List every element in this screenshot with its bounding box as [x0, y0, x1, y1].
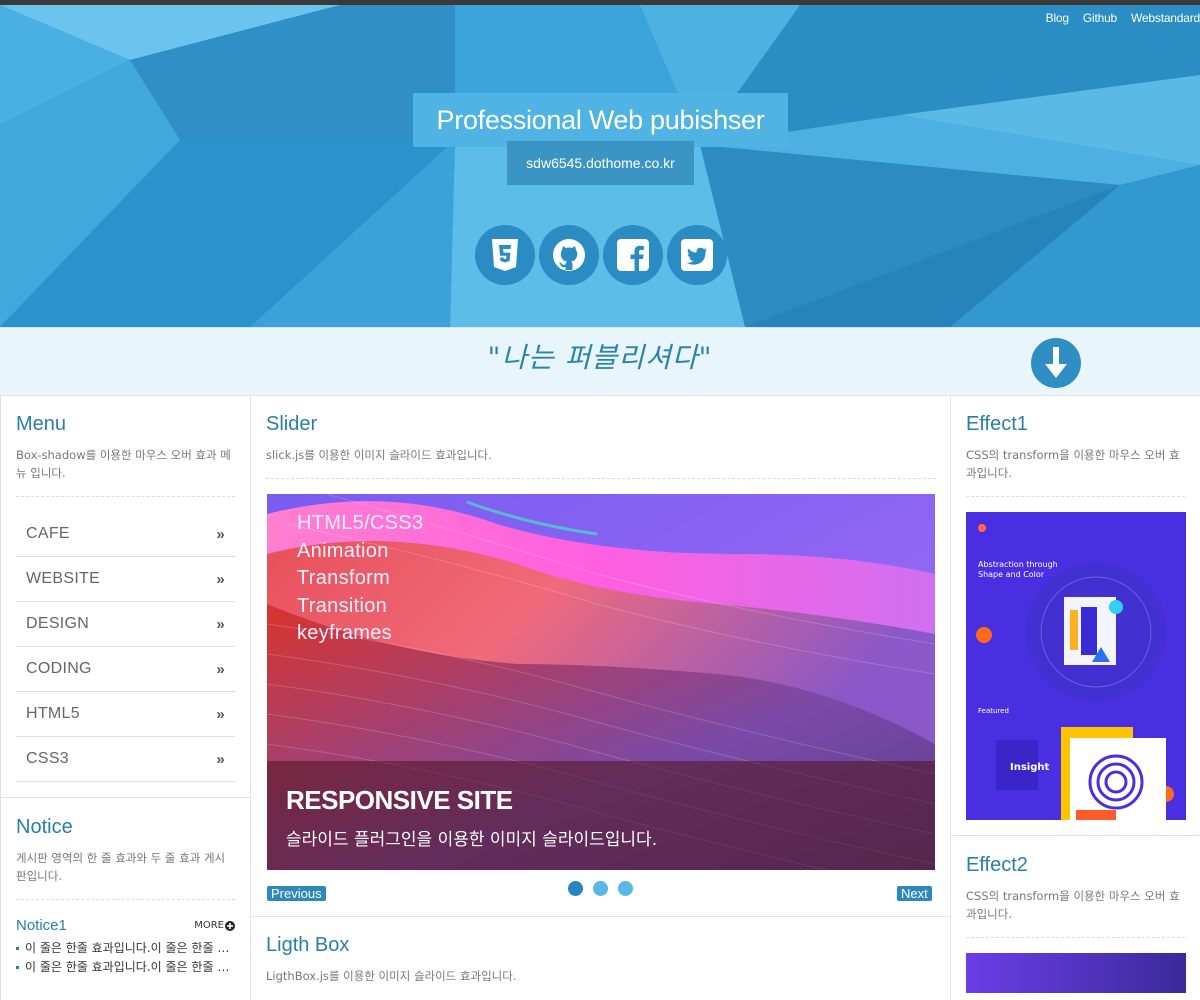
double-chevron-right-icon: »	[216, 705, 225, 723]
menu-item-css3[interactable]: CSS3»	[16, 737, 235, 782]
effect1-description: CSS의 transform을 이용한 마우스 오버 효과입니다.	[966, 448, 1180, 480]
notice-description: 게시판 영역의 한 줄 효과와 두 줄 효과 게시판입니다.	[16, 851, 226, 883]
slide-feature-lines: HTML5/CSS3 Animation Transform Transitio…	[297, 512, 424, 644]
slide-caption-text: 슬라이드 플러그인을 이용한 이미지 슬라이드입니다.	[286, 830, 658, 850]
slider-dot-3[interactable]	[618, 881, 633, 896]
notice-subtitle[interactable]: Notice1	[16, 917, 67, 934]
notice-section: Notice 게시판 영역의 한 줄 효과와 두 줄 효과 게시판입니다. No…	[0, 797, 251, 1000]
slide-image[interactable]: HTML5/CSS3 Animation Transform Transitio…	[267, 494, 935, 870]
site-url[interactable]: sdw6545.dothome.co.kr	[507, 141, 694, 185]
plus-circle-icon	[225, 920, 235, 931]
lightbox-description: LigthBox.js를 이용한 이미지 슬라이드 효과입니다.	[266, 969, 517, 983]
menu-item-design[interactable]: DESIGN»	[16, 602, 235, 647]
notice-title: Notice	[16, 816, 73, 838]
menu-section: Menu Box-shadow를 이용한 마우스 오버 효과 메뉴 입니다. C…	[0, 395, 251, 798]
menu-item-coding[interactable]: CODING»	[16, 647, 235, 692]
notice-item[interactable]: 이 줄은 한줄 효과입니다.이 줄은 한줄 효과입니다.	[16, 939, 235, 958]
effect2-description: CSS의 transform을 이용한 마우스 오버 효과입니다.	[966, 889, 1180, 921]
menu-item-html5[interactable]: HTML5»	[16, 692, 235, 737]
double-chevron-right-icon: »	[216, 615, 225, 633]
divider	[966, 496, 1185, 497]
slide-caption-title: RESPONSIVE SITE	[286, 785, 513, 815]
lightbox-section: Ligth Box LigthBox.js를 이용한 이미지 슬라이드 효과입니…	[251, 916, 951, 1000]
effect2-title: Effect2	[966, 854, 1028, 876]
more-link[interactable]: MORE	[194, 920, 235, 931]
divider	[966, 937, 1185, 938]
notice-list: 이 줄은 한줄 효과입니다.이 줄은 한줄 효과입니다. 이 줄은 한줄 효과입…	[16, 939, 235, 977]
site-title: Professional Web pubishser	[413, 93, 788, 147]
social-links	[475, 225, 727, 285]
thumbnail-featured: Featured	[978, 707, 1009, 715]
thumbnail-insight: Insight	[1010, 762, 1050, 773]
effect1-section: Effect1 CSS의 transform을 이용한 마우스 오버 효과입니다…	[950, 395, 1200, 836]
double-chevron-right-icon: »	[216, 525, 225, 543]
menu-list: CAFE» WEBSITE» DESIGN» CODING» HTML5» CS…	[16, 512, 235, 782]
notice-header: Notice1 MORE	[16, 917, 235, 934]
effect2-section: Effect2 CSS의 transform을 이용한 마우스 오버 효과입니다…	[950, 835, 1200, 1000]
html5-icon[interactable]	[475, 225, 535, 285]
scroll-down-button[interactable]	[1031, 338, 1081, 388]
double-chevron-right-icon: »	[216, 750, 225, 768]
effect1-title: Effect1	[966, 413, 1028, 435]
thumbnail-heading: Abstraction through Shape and Color	[978, 560, 1058, 579]
slider-description: slick.js를 이용한 이미지 슬라이드 효과입니다.	[266, 448, 492, 462]
previous-button[interactable]: Previous	[267, 886, 326, 901]
effect1-thumbnail[interactable]: Abstraction through Shape and Color Feat…	[966, 512, 1186, 820]
menu-description: Box-shadow를 이용한 마우스 오버 효과 메뉴 입니다.	[16, 448, 231, 480]
top-nav: Blog Github Webstandard	[1046, 11, 1200, 25]
notice-item[interactable]: 이 줄은 한줄 효과입니다.이 줄은 한줄 효과입니다.	[16, 958, 235, 977]
slogan-strip: "나는 퍼블리셔다"	[0, 327, 1200, 395]
menu-item-website[interactable]: WEBSITE»	[16, 557, 235, 602]
next-button[interactable]: Next	[897, 886, 932, 901]
divider	[266, 478, 936, 479]
double-chevron-right-icon: »	[216, 660, 225, 678]
slider-dot-2[interactable]	[593, 881, 608, 896]
twitter-icon[interactable]	[667, 225, 727, 285]
slogan-text: "나는 퍼블리셔다"	[487, 341, 713, 374]
nav-link-blog[interactable]: Blog	[1046, 11, 1069, 25]
slider-dot-1[interactable]	[568, 881, 583, 896]
divider	[16, 899, 235, 900]
hero-header: Blog Github Webstandard Professional Web…	[0, 0, 1200, 327]
double-chevron-right-icon: »	[216, 570, 225, 588]
lightbox-title: Ligth Box	[266, 934, 350, 956]
facebook-icon[interactable]	[603, 225, 663, 285]
nav-link-github[interactable]: Github	[1083, 11, 1117, 25]
menu-title: Menu	[16, 413, 67, 435]
effect2-thumbnail[interactable]	[966, 953, 1186, 993]
nav-link-webstandard[interactable]: Webstandard	[1131, 11, 1200, 25]
abstract-poster-artwork	[966, 512, 1186, 820]
menu-item-cafe[interactable]: CAFE»	[16, 512, 235, 557]
slider-title: Slider	[266, 413, 318, 435]
slide-caption: RESPONSIVE SITE 슬라이드 플러그인을 이용한 이미지 슬라이드입…	[267, 761, 935, 870]
divider	[16, 496, 235, 497]
arrow-down-icon	[1045, 347, 1067, 378]
github-icon[interactable]	[539, 225, 599, 285]
